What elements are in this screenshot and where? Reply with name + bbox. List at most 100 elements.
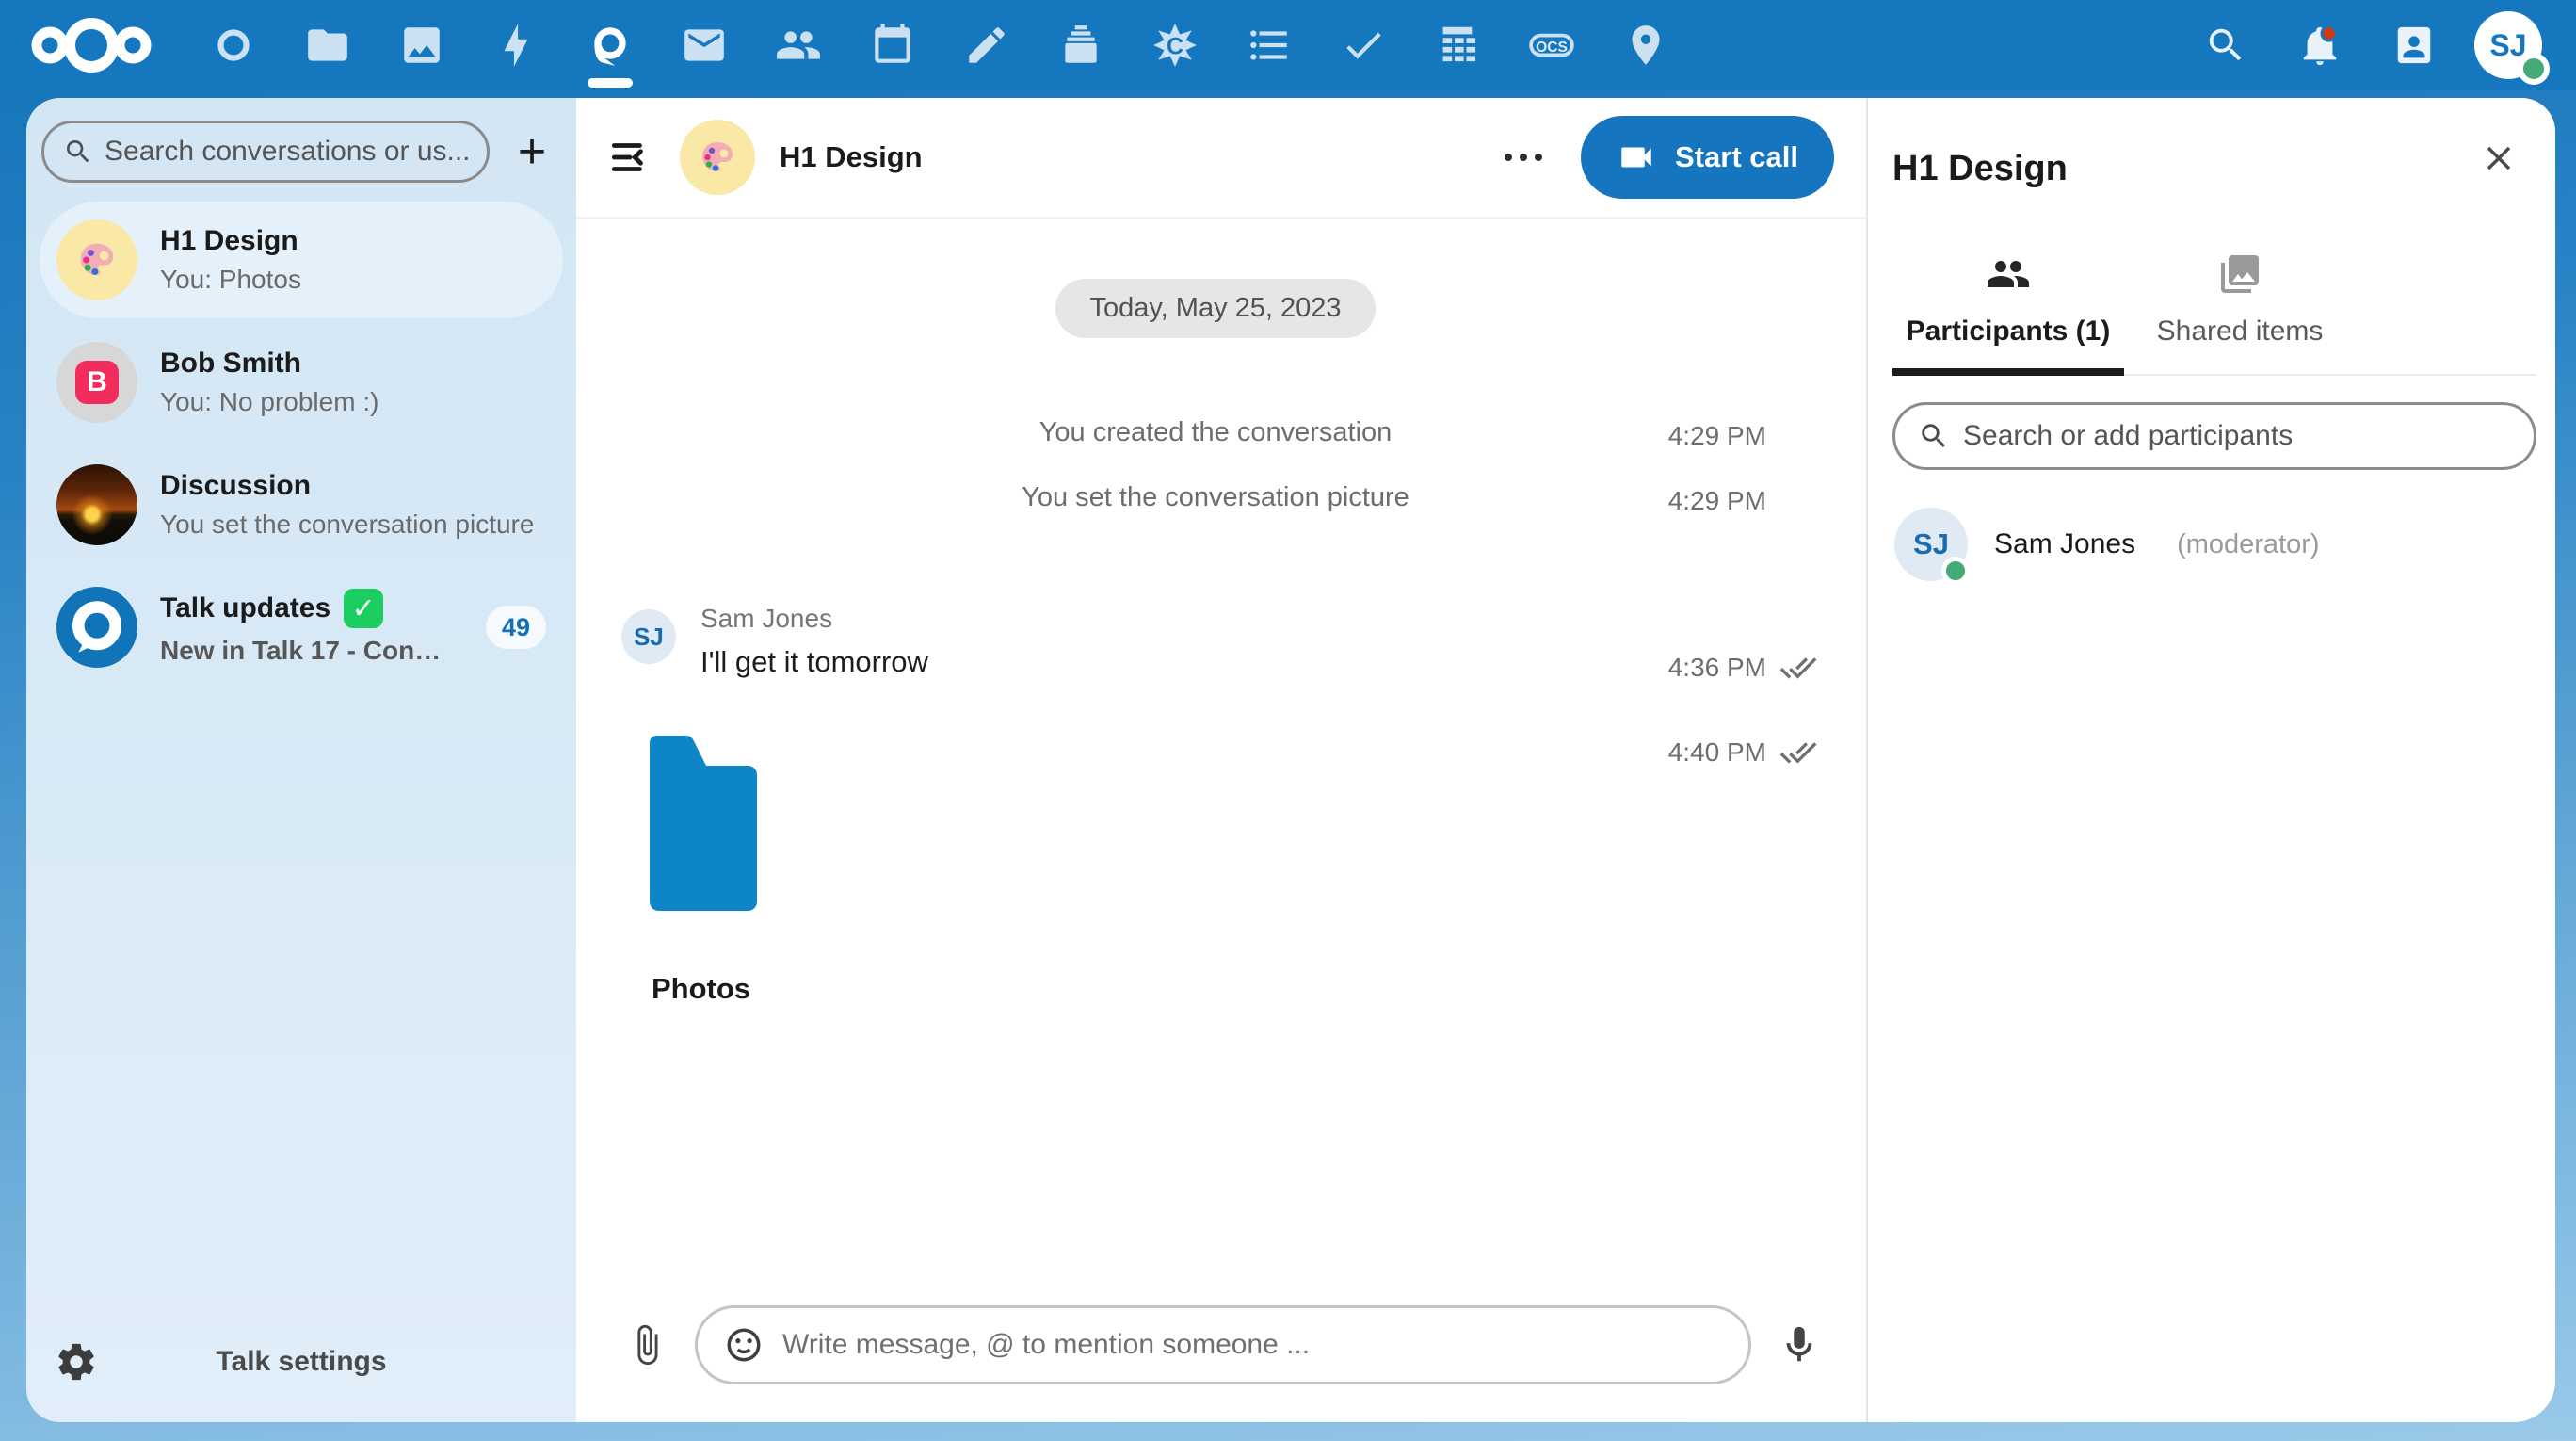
participant-role: (moderator): [2177, 529, 2320, 560]
read-receipt-icon: [1779, 649, 1817, 687]
participant-search[interactable]: [1892, 402, 2536, 470]
conversation-avatar: [680, 120, 755, 195]
collapse-sidebar-icon[interactable]: [604, 132, 655, 183]
conversation-item-bob-smith[interactable]: B Bob Smith You: No problem :): [40, 324, 563, 441]
participants-icon: [1986, 251, 2031, 297]
deck-app-icon[interactable]: [1034, 0, 1128, 90]
active-app-indicator: [588, 78, 633, 88]
talk-settings-label: Talk settings: [98, 1346, 505, 1378]
talk-app-icon[interactable]: [563, 0, 657, 90]
nextcloud-logo-icon[interactable]: [21, 0, 162, 90]
user-menu[interactable]: SJ: [2461, 0, 2555, 90]
chat-message: SJ Sam Jones I'll get it tomorrow 4:36 P…: [621, 604, 1810, 679]
maps-app-icon[interactable]: [1599, 0, 1693, 90]
participant-row[interactable]: SJ Sam Jones (moderator): [1892, 502, 2536, 587]
panel-title: H1 Design: [1892, 149, 2536, 189]
shared-items-icon: [2217, 251, 2262, 297]
mail-app-icon[interactable]: [657, 0, 751, 90]
checkmark-app-icon[interactable]: [1316, 0, 1410, 90]
notes-app-icon[interactable]: [940, 0, 1034, 90]
photos-app-icon[interactable]: [375, 0, 469, 90]
conversation-title: Bob Smith: [160, 348, 546, 380]
conversation-title: Discussion: [160, 470, 546, 502]
talk-logo-avatar: [56, 587, 137, 668]
message-timestamp: 4:36 PM: [1668, 653, 1766, 683]
sender-avatar: SJ: [621, 609, 676, 664]
message-author: Sam Jones: [700, 604, 928, 634]
videocam-icon: [1617, 138, 1656, 177]
svg-text:OCS: OCS: [1536, 40, 1568, 56]
conversation-title: Talk updates ✓: [160, 589, 452, 628]
dashboard-app-icon[interactable]: [186, 0, 281, 90]
ocs-app-icon[interactable]: OCS: [1505, 0, 1599, 90]
message-input[interactable]: [782, 1329, 1722, 1361]
online-status-icon: [2518, 53, 2550, 85]
start-call-button[interactable]: Start call: [1581, 116, 1834, 199]
conversation-details-panel: H1 Design Participants (1) Shared items …: [1868, 98, 2555, 1422]
conversation-item-discussion[interactable]: Discussion You set the conversation pict…: [40, 446, 563, 563]
calendar-app-icon[interactable]: [845, 0, 940, 90]
emoji-picker-icon[interactable]: [724, 1325, 764, 1365]
unread-count-badge: 49: [486, 606, 546, 649]
folder-icon: [648, 734, 759, 913]
system-message: You set the conversation picture 4:29 PM: [621, 482, 1810, 513]
files-app-icon[interactable]: [281, 0, 375, 90]
conversation-menu-icon[interactable]: [1490, 124, 1556, 190]
app-content: + H1 Design You: Photos B Bob Smith You:…: [26, 98, 2555, 1422]
message-text: I'll get it tomorrow: [700, 645, 928, 679]
online-status-icon: [1941, 557, 1970, 585]
message-input-wrapper: [695, 1305, 1751, 1384]
topbar: C OCS SJ: [0, 0, 2576, 90]
message-timestamp: 4:29 PM: [1668, 486, 1766, 516]
close-icon: [2479, 138, 2519, 178]
date-separator: Today, May 25, 2023: [1055, 279, 1375, 338]
app-navigation: C OCS: [186, 0, 1693, 90]
talk-settings-button[interactable]: Talk settings: [26, 1311, 576, 1422]
conversation-last-message: You: No problem :): [160, 387, 546, 417]
shared-file-name: Photos: [652, 972, 1810, 1006]
tab-shared-items[interactable]: Shared items: [2124, 242, 2356, 376]
message-composer: [576, 1283, 1866, 1422]
svg-text:C: C: [1167, 33, 1183, 59]
conversation-last-message: New in Talk 17 - Convers...: [160, 636, 452, 666]
b-logo-icon: B: [75, 361, 119, 404]
conversation-last-message: You: Photos: [160, 265, 546, 295]
conversation-title: H1 Design: [160, 225, 546, 257]
chat-header: H1 Design Start call: [576, 98, 1866, 219]
activity-app-icon[interactable]: [469, 0, 563, 90]
message-timestamp: 4:29 PM: [1668, 421, 1766, 451]
user-avatar: SJ: [2474, 11, 2542, 79]
tab-participants[interactable]: Participants (1): [1892, 242, 2124, 376]
conversation-search-input[interactable]: [105, 136, 468, 168]
conversation-search[interactable]: [41, 121, 490, 183]
microphone-icon[interactable]: [1778, 1323, 1821, 1367]
conversation-list: H1 Design You: Photos B Bob Smith You: N…: [26, 196, 576, 691]
conversation-last-message: You set the conversation picture: [160, 510, 546, 540]
system-message: You created the conversation 4:29 PM: [621, 417, 1810, 448]
notifications-bell-icon[interactable]: [2273, 0, 2367, 90]
participant-avatar: SJ: [1894, 508, 1968, 581]
contacts-app-icon[interactable]: [751, 0, 845, 90]
participant-search-input[interactable]: [1963, 420, 2511, 452]
contacts-menu-icon[interactable]: [2367, 0, 2461, 90]
bob-smith-avatar: B: [56, 342, 137, 423]
search-icon: [63, 137, 93, 167]
gear-icon: [55, 1340, 98, 1384]
close-panel-button[interactable]: [2472, 132, 2525, 185]
tasks-app-icon[interactable]: [1222, 0, 1316, 90]
conversation-item-talk-updates[interactable]: Talk updates ✓ New in Talk 17 - Convers.…: [40, 569, 563, 686]
sunset-photo-avatar: [56, 464, 137, 545]
unified-search-icon[interactable]: [2179, 0, 2273, 90]
conversation-item-h1-design[interactable]: H1 Design You: Photos: [40, 202, 563, 318]
panel-tabs: Participants (1) Shared items: [1892, 242, 2536, 376]
shared-file-message[interactable]: 4:40 PM Photos: [648, 734, 1810, 1006]
new-conversation-button[interactable]: +: [505, 121, 559, 182]
message-list: Today, May 25, 2023 You created the conv…: [576, 219, 1866, 1283]
tables-app-icon[interactable]: [1410, 0, 1505, 90]
attach-file-icon[interactable]: [625, 1323, 668, 1367]
message-timestamp: 4:40 PM: [1668, 737, 1766, 768]
verified-check-icon: ✓: [344, 589, 383, 628]
chat-title: H1 Design: [780, 140, 923, 174]
chat-view: H1 Design Start call Today, May 25, 2023…: [576, 98, 1868, 1422]
collectives-app-icon[interactable]: C: [1128, 0, 1222, 90]
